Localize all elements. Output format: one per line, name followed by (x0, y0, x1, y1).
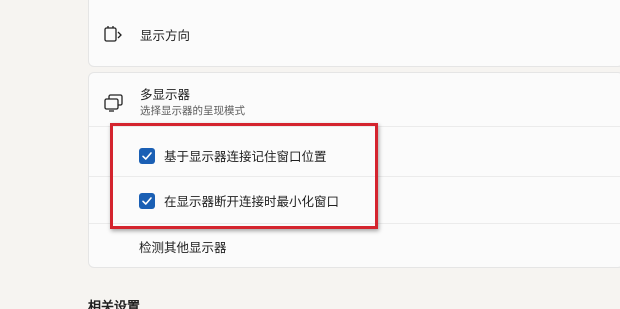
related-settings-heading: 相关设置 (88, 300, 141, 309)
divider (89, 223, 620, 224)
remember-window-positions-checkbox[interactable] (139, 147, 155, 164)
multiple-displays-icon (103, 92, 125, 114)
display-orientation-label: 显示方向 (140, 28, 191, 43)
checkmark-icon (142, 151, 152, 160)
detect-other-displays-label[interactable]: 检测其他显示器 (139, 237, 227, 256)
divider (89, 176, 620, 177)
divider (89, 126, 620, 127)
minimize-windows-option[interactable]: 在显示器断开连接时最小化窗口 (139, 191, 339, 210)
display-orientation-card[interactable]: 显示方向 (88, 0, 620, 67)
multiple-displays-subtitle: 选择显示器的呈现模式 (140, 105, 245, 117)
display-orientation-icon (103, 24, 125, 46)
minimize-windows-checkbox[interactable] (139, 192, 155, 209)
multiple-displays-header[interactable]: 多显示器 选择显示器的呈现模式 (103, 87, 245, 118)
multiple-displays-card: 多显示器 选择显示器的呈现模式 基于显示器连接记住窗口位置 在显示器断开连接时最… (88, 72, 620, 268)
multiple-displays-title: 多显示器 (140, 87, 191, 102)
display-orientation-row[interactable]: 显示方向 (89, 1, 620, 68)
checkmark-icon (142, 196, 152, 205)
remember-window-positions-option[interactable]: 基于显示器连接记住窗口位置 (139, 146, 327, 165)
display-settings-page: 显示方向 多显示器 选择显示器的呈现模式 基于显示器连接记住窗口位置 在显示器断… (0, 0, 620, 309)
remember-window-positions-label: 基于显示器连接记住窗口位置 (164, 149, 327, 164)
minimize-windows-label: 在显示器断开连接时最小化窗口 (164, 194, 340, 209)
